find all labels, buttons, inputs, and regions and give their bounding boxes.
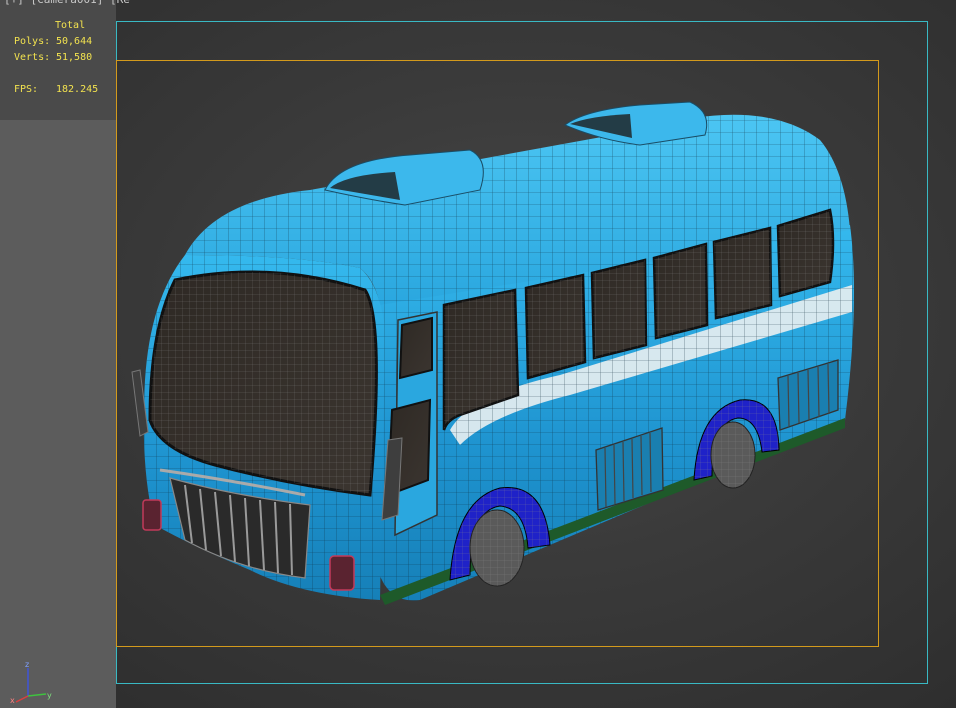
- fps-label: FPS:: [14, 84, 39, 95]
- verts-label: Verts:: [14, 52, 51, 63]
- axis-gizmo-icon: z y x: [10, 660, 52, 704]
- verts-row: Verts: 51,580: [14, 50, 92, 66]
- polys-row: Polys: 50,644: [14, 34, 92, 50]
- 3d-viewport[interactable]: [+] [Camera001] [Re Total Polys: 50,644 V…: [0, 0, 956, 708]
- axis-z-label: z: [25, 660, 29, 669]
- axis-y-label: y: [47, 691, 52, 700]
- stats-header: Total: [55, 20, 86, 31]
- polys-value: 50,644: [56, 36, 93, 47]
- fps-row: FPS: 182.245: [14, 82, 98, 98]
- fps-value: 182.245: [56, 84, 99, 95]
- statistics-overlay: [+] [Camera001] [Re Total Polys: 50,644 V…: [0, 0, 130, 120]
- polys-label: Polys:: [14, 36, 51, 47]
- viewport-left-panel: [+] [Camera001] [Re Total Polys: 50,644 V…: [0, 0, 130, 708]
- verts-value: 51,580: [56, 52, 93, 63]
- viewport-label[interactable]: [+] [Camera001] [Re: [4, 0, 130, 8]
- render-frame: [116, 60, 879, 647]
- axis-x-label: x: [10, 696, 15, 704]
